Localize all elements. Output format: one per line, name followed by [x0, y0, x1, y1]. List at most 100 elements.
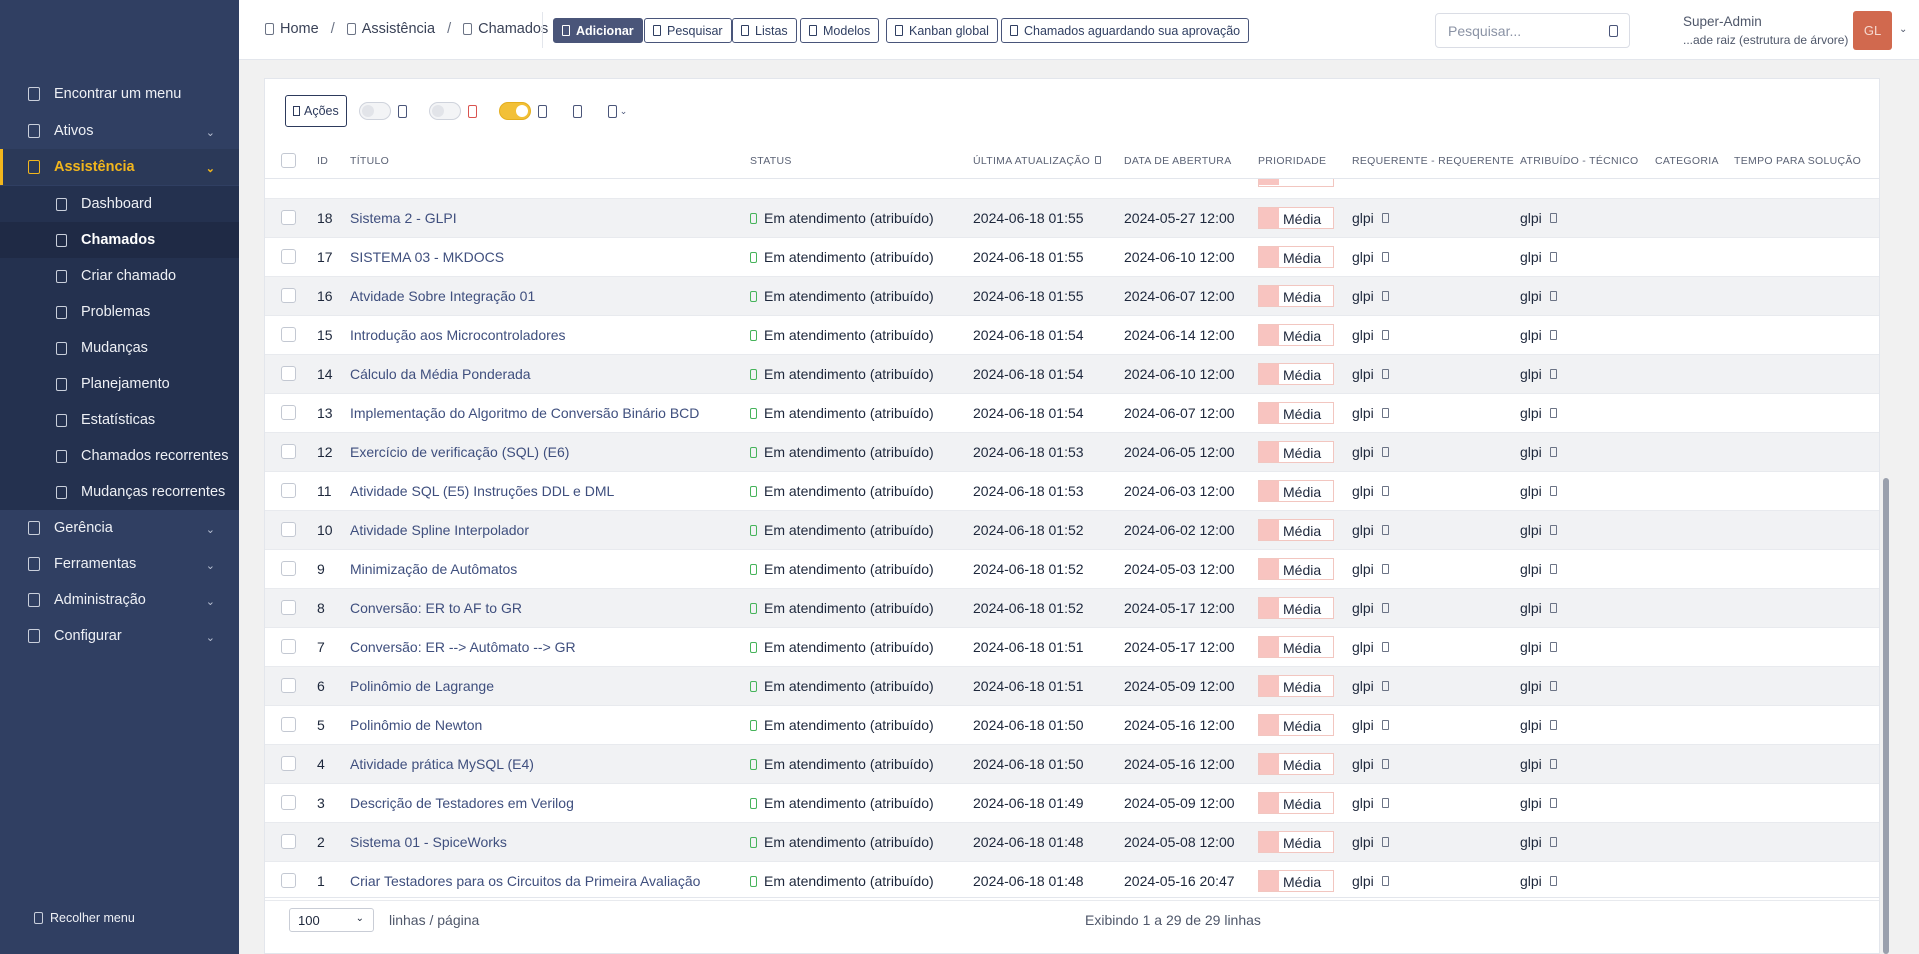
find-menu-button[interactable]: Encontrar um menu [0, 76, 239, 112]
requester-name[interactable]: glpi [1352, 249, 1374, 265]
column-header-title[interactable]: TÍTULO [350, 155, 389, 167]
assigned-name[interactable]: glpi [1520, 717, 1542, 733]
requester-name[interactable]: glpi [1352, 834, 1374, 850]
breadcrumb-tickets[interactable]: Chamados [463, 21, 548, 37]
sidebar-subitem-dashboard[interactable]: Dashboard [0, 186, 239, 222]
requester-name[interactable]: glpi [1352, 600, 1374, 616]
user-info-icon[interactable] [1549, 447, 1557, 457]
user-info-icon[interactable] [1381, 486, 1389, 496]
user-info-icon[interactable] [1381, 252, 1389, 262]
requester-name[interactable]: glpi [1352, 717, 1374, 733]
column-header-status[interactable]: STATUS [750, 155, 792, 167]
assigned-name[interactable]: glpi [1520, 249, 1542, 265]
ticket-title-link[interactable]: Conversão: ER --> Autômato --> GR [350, 639, 576, 655]
assigned-name[interactable]: glpi [1520, 327, 1542, 343]
table-row[interactable]: 17 SISTEMA 03 - MKDOCS Em atendimento (atr… [265, 238, 1879, 277]
row-checkbox[interactable] [281, 600, 296, 615]
sidebar-subitem-tickets[interactable]: Chamados [0, 222, 239, 258]
table-row[interactable]: 14 Cálculo da Média Ponderada Em atendimen… [265, 355, 1879, 394]
ticket-title-link[interactable]: Atvidade Sobre Integração 01 [350, 288, 535, 304]
table-row[interactable]: 9 Minimização de Autômatos Em atendimento … [265, 550, 1879, 589]
row-checkbox[interactable] [281, 561, 296, 576]
requester-name[interactable]: glpi [1352, 678, 1374, 694]
table-row[interactable]: 2 Sistema 01 - SpiceWorks Em atendimento (… [265, 823, 1879, 862]
sidebar-subitem-problems[interactable]: Problemas [0, 294, 239, 330]
row-checkbox[interactable] [281, 483, 296, 498]
assigned-name[interactable]: glpi [1520, 639, 1542, 655]
export-icon[interactable] [572, 104, 582, 118]
toggle-switch[interactable] [428, 102, 461, 120]
requester-name[interactable]: glpi [1352, 795, 1374, 811]
trash-icon[interactable] [397, 104, 407, 118]
assigned-name[interactable]: glpi [1520, 210, 1542, 226]
requester-name[interactable]: glpi [1352, 483, 1374, 499]
user-info-icon[interactable] [1549, 759, 1557, 769]
column-header-solve-time[interactable]: TEMPO PARA SOLUÇÃO [1734, 155, 1861, 167]
column-header-opened[interactable]: DATA DE ABERTURA [1124, 155, 1232, 167]
sidebar-subitem-statistics[interactable]: Estatísticas [0, 402, 239, 438]
assigned-name[interactable]: glpi [1520, 483, 1542, 499]
ticket-title-link[interactable]: Cálculo da Média Ponderada [350, 366, 531, 382]
assigned-name[interactable]: glpi [1520, 522, 1542, 538]
breadcrumb-assistance[interactable]: Assistência [346, 21, 435, 37]
assigned-name[interactable]: glpi [1520, 873, 1542, 889]
requester-name[interactable]: glpi [1352, 756, 1374, 772]
table-row[interactable]: 6 Polinômio de Lagrange Em atendimento (at… [265, 667, 1879, 706]
table-row[interactable]: 13 Implementação do Algoritmo de Conversã… [265, 394, 1879, 433]
user-info-icon[interactable] [1381, 291, 1389, 301]
user-info-icon[interactable] [1381, 720, 1389, 730]
sidebar-subitem-recurrent-changes[interactable]: Mudanças recorrentes [0, 474, 239, 510]
user-info-icon[interactable] [1381, 798, 1389, 808]
user-info-icon[interactable] [1549, 408, 1557, 418]
sidebar-item-tools[interactable]: Ferramentas ⌄ [0, 546, 239, 582]
assigned-name[interactable]: glpi [1520, 600, 1542, 616]
ticket-title-link[interactable]: Atividade Spline Interpolador [350, 522, 529, 538]
assigned-name[interactable]: glpi [1520, 678, 1542, 694]
user-info-icon[interactable] [1549, 369, 1557, 379]
row-checkbox[interactable] [281, 834, 296, 849]
requester-name[interactable]: glpi [1352, 288, 1374, 304]
ticket-title-link[interactable]: Minimização de Autômatos [350, 561, 517, 577]
assigned-name[interactable]: glpi [1520, 405, 1542, 421]
row-checkbox[interactable] [281, 444, 296, 459]
requester-name[interactable]: glpi [1352, 444, 1374, 460]
sidebar-subitem-changes[interactable]: Mudanças [0, 330, 239, 366]
user-info-icon[interactable] [1549, 213, 1557, 223]
row-checkbox[interactable] [281, 366, 296, 381]
sidebar-item-assets[interactable]: Ativos ⌄ [0, 113, 239, 149]
row-checkbox[interactable] [281, 873, 296, 888]
user-info-icon[interactable] [1381, 408, 1389, 418]
table-row[interactable]: 16 Atvidade Sobre Integração 01 Em atendim… [265, 277, 1879, 316]
user-info-icon[interactable] [1549, 876, 1557, 886]
table-row[interactable]: 11 Atividade SQL (E5) Instruções DDL e DM… [265, 472, 1879, 511]
deleted-items-icon[interactable] [467, 104, 477, 118]
column-header-priority[interactable]: PRIORIDADE [1258, 155, 1326, 167]
user-info-icon[interactable] [1549, 564, 1557, 574]
assigned-name[interactable]: glpi [1520, 288, 1542, 304]
ticket-title-link[interactable]: Descrição de Testadores em Verilog [350, 795, 574, 811]
user-info-icon[interactable] [1549, 525, 1557, 535]
ticket-title-link[interactable]: Sistema 2 - GLPI [350, 210, 457, 226]
lists-button[interactable]: Listas [732, 18, 797, 43]
ticket-title-link[interactable]: Implementação do Algoritmo de Conversão … [350, 405, 699, 421]
row-checkbox[interactable] [281, 756, 296, 771]
table-row[interactable]: 5 Polinômio de Newton Em atendimento (atri… [265, 706, 1879, 745]
column-header-id[interactable]: ID [317, 155, 328, 167]
chevron-down-icon[interactable]: ⌄ [1899, 24, 1907, 35]
assigned-name[interactable]: glpi [1520, 756, 1542, 772]
assigned-name[interactable]: glpi [1520, 795, 1542, 811]
table-row[interactable]: 4 Atividade prática MySQL (E4) Em atendime… [265, 745, 1879, 784]
user-info-icon[interactable] [1381, 525, 1389, 535]
assigned-name[interactable]: glpi [1520, 366, 1542, 382]
user-info-icon[interactable] [1381, 876, 1389, 886]
ticket-title-link[interactable]: Atividade SQL (E5) Instruções DDL e DML [350, 483, 614, 499]
assigned-name[interactable]: glpi [1520, 834, 1542, 850]
sidebar-item-administration[interactable]: Administração ⌄ [0, 582, 239, 618]
table-row[interactable]: 10 Atividade Spline Interpolador Em atendi… [265, 511, 1879, 550]
column-header-assigned[interactable]: ATRIBUÍDO - TÉCNICO [1520, 155, 1638, 167]
models-button[interactable]: Modelos [800, 18, 880, 43]
requester-name[interactable]: glpi [1352, 405, 1374, 421]
ticket-title-link[interactable]: Polinômio de Newton [350, 717, 482, 733]
export-dropdown-icon[interactable] [607, 104, 617, 118]
row-checkbox[interactable] [281, 717, 296, 732]
